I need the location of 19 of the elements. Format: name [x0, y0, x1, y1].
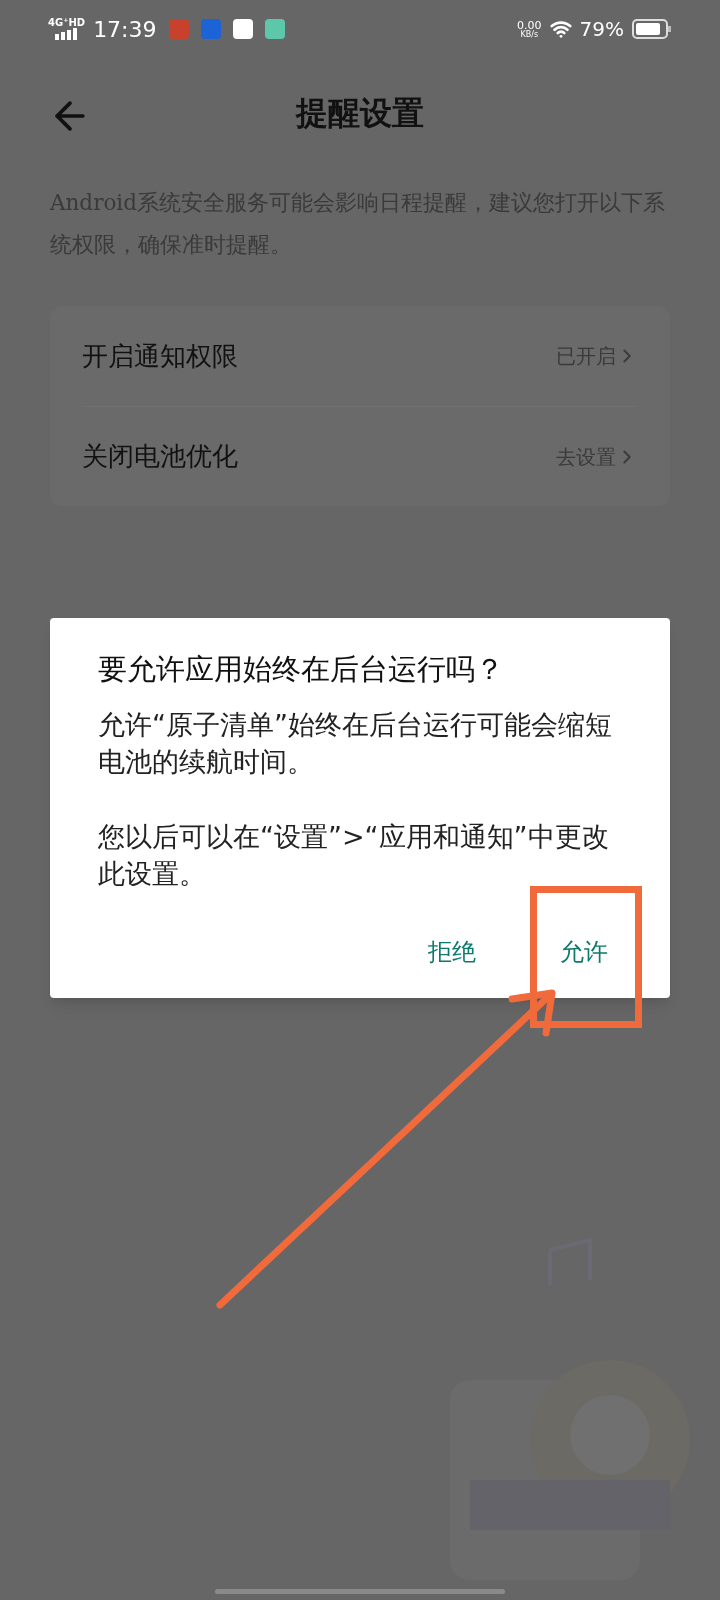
app-notification-icon — [168, 19, 189, 39]
speed-unit: KB/s — [520, 30, 539, 39]
setting-label: 关闭电池优化 — [82, 440, 238, 473]
dialog-message: 您以后可以在“设置”>“应用和通知”中更改此设置。 — [98, 819, 610, 891]
network-speed: 0.00 — [517, 19, 542, 31]
setting-label: 开启通知权限 — [82, 339, 238, 373]
signal-icon — [54, 28, 79, 40]
dialog-title: 要允许应用始终在后台运行吗？ — [98, 651, 505, 688]
app-notification-icon — [264, 19, 285, 39]
clock: 17:39 — [93, 15, 157, 44]
page-title: 提醒设置 — [296, 93, 424, 134]
battery-icon — [632, 19, 672, 39]
wifi-icon — [549, 18, 572, 40]
app-notification-icon — [232, 19, 253, 39]
battery-percent: 79% — [579, 16, 624, 43]
dialog-button[interactable]: 拒绝 — [406, 925, 498, 978]
dialog-message: 允许“原子清单”始终在后台运行可能会缩短电池的续航时间。 — [98, 707, 613, 779]
network-type: 4G⁺HD — [48, 18, 86, 28]
app-notification-icon — [200, 19, 221, 39]
